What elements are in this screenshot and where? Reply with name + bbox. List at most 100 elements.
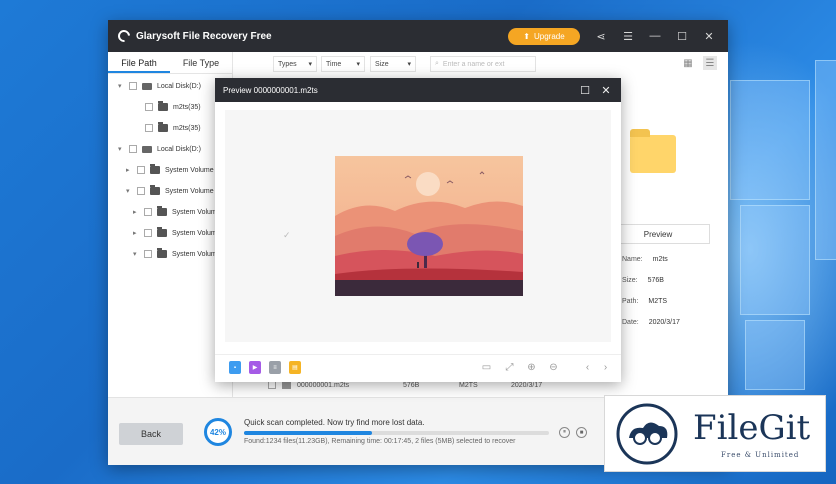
search-placeholder: Enter a name or ext xyxy=(442,60,505,68)
tree-item-m2ts[interactable]: m2ts(35) xyxy=(145,121,201,135)
check-icon: ✓ xyxy=(283,230,291,240)
progress-bar xyxy=(244,431,549,435)
upgrade-button[interactable]: ⬆ Upgrade xyxy=(508,28,580,45)
row-date: 2020/3/17 xyxy=(511,381,543,389)
tree-item-label: System Volum xyxy=(172,250,217,258)
filegit-watermark: FileGit Free & Unlimited xyxy=(604,395,826,472)
pause-icon[interactable]: ⏸ xyxy=(559,427,570,438)
zoom-in-icon[interactable]: ⊕ xyxy=(525,361,538,374)
tab-file-type[interactable]: File Type xyxy=(170,52,232,73)
tree-checkbox[interactable] xyxy=(144,229,152,237)
chevron-down-icon: ▾ xyxy=(407,61,411,68)
tree-item-label: System Volume xyxy=(165,166,214,174)
tree-item-label: System Volum xyxy=(172,208,217,216)
tree-checkbox[interactable] xyxy=(129,145,137,153)
chevron-down-icon[interactable]: ▾ xyxy=(126,187,132,195)
doc-file-icon[interactable]: ≡ xyxy=(269,361,281,374)
video-file-icon[interactable]: ▶ xyxy=(249,361,261,374)
preview-title-bar: Preview 0000000001.m2ts ☐ ✕ xyxy=(215,78,621,102)
row-size: 576B xyxy=(403,381,420,389)
found-summary: Found:1234 files(11.23GB), Remaining tim… xyxy=(244,438,516,445)
close-icon[interactable]: ✕ xyxy=(701,28,717,44)
tree-item-system-volume[interactable]: ▾ System Volum xyxy=(133,247,217,261)
time-filter[interactable]: Time ▾ xyxy=(321,56,365,72)
chevron-down-icon[interactable]: ▾ xyxy=(118,82,124,90)
stop-icon[interactable]: ■ xyxy=(576,427,587,438)
tree-checkbox[interactable] xyxy=(145,103,153,111)
previous-icon[interactable]: ‹ xyxy=(581,361,594,374)
zoom-out-icon[interactable]: ⊖ xyxy=(547,361,560,374)
preview-dialog: Preview 0000000001.m2ts ☐ ✕ ✓ ▪ ▶ ≡ ▤ ▭ … xyxy=(215,78,621,382)
next-icon[interactable]: › xyxy=(599,361,612,374)
tree-checkbox[interactable] xyxy=(137,187,145,195)
row-name: 000000001.m2ts xyxy=(297,381,350,389)
fit-screen-icon[interactable]: ▭ xyxy=(480,361,493,374)
folder-icon xyxy=(157,227,167,237)
chevron-down-icon[interactable]: ▾ xyxy=(118,145,124,153)
preview-button[interactable]: Preview xyxy=(606,224,710,244)
tree-item-system-volume[interactable]: ▾ System Volume xyxy=(126,184,214,198)
filter-label: Types xyxy=(278,60,297,68)
chevron-right-icon[interactable]: ▸ xyxy=(133,208,139,216)
tree-checkbox[interactable] xyxy=(145,124,153,132)
file-icon xyxy=(282,381,291,389)
tree-checkbox[interactable] xyxy=(129,82,137,90)
maximize-icon[interactable]: ☐ xyxy=(578,83,592,97)
folder-preview-icon xyxy=(630,129,676,173)
upgrade-label: Upgrade xyxy=(534,32,565,41)
tree-item-label: System Volume xyxy=(165,187,214,195)
row-type: M2TS xyxy=(459,381,478,389)
share-icon[interactable]: ⋖ xyxy=(593,28,609,44)
tree-item-label: Local Disk(D:) xyxy=(157,145,201,153)
row-checkbox[interactable] xyxy=(268,381,276,389)
minimize-icon[interactable]: — xyxy=(647,28,663,44)
watermark-tagline: Free & Unlimited xyxy=(721,451,800,459)
detail-path: Path: M2TS xyxy=(622,298,668,305)
folder-icon xyxy=(150,185,160,195)
watermark-name: FileGit xyxy=(693,408,811,448)
list-view-icon[interactable]: ☰ xyxy=(703,56,717,70)
disk-icon xyxy=(142,82,152,90)
tree-checkbox[interactable] xyxy=(144,208,152,216)
back-button[interactable]: Back xyxy=(119,423,183,445)
scan-status: Quick scan completed. Now try find more … xyxy=(244,418,425,427)
image-file-icon[interactable]: ▪ xyxy=(229,361,241,374)
tree-item-m2ts[interactable]: m2ts(35) xyxy=(145,100,201,114)
detail-size: Size: 576B xyxy=(622,277,664,284)
tab-file-path[interactable]: File Path xyxy=(108,52,170,73)
detail-date: Date: 2020/3/17 xyxy=(622,319,680,326)
tree-item-label: Local Disk(D:) xyxy=(157,82,201,90)
search-input[interactable]: ⌕ Enter a name or ext xyxy=(430,56,536,72)
detail-name: Name: m2ts xyxy=(622,256,668,263)
chevron-right-icon[interactable]: ▸ xyxy=(133,229,139,237)
menu-icon[interactable]: ☰ xyxy=(620,28,636,44)
app-title: Glarysoft File Recovery Free xyxy=(136,30,272,42)
chevron-down-icon[interactable]: ▾ xyxy=(133,250,139,258)
folder-icon xyxy=(157,248,167,258)
zip-file-icon[interactable]: ▤ xyxy=(289,361,301,374)
size-filter[interactable]: Size ▾ xyxy=(370,56,416,72)
app-logo-icon xyxy=(115,27,133,45)
fullscreen-icon[interactable]: ⤢ xyxy=(503,361,516,374)
folder-icon xyxy=(158,101,168,111)
maximize-icon[interactable]: ☐ xyxy=(674,28,690,44)
search-icon: ⌕ xyxy=(435,60,439,67)
title-bar: Glarysoft File Recovery Free ⬆ Upgrade ⋖… xyxy=(108,20,728,52)
chevron-right-icon[interactable]: ▸ xyxy=(126,166,132,174)
tree-item-system-volume[interactable]: ▸ System Volum xyxy=(133,226,217,240)
chevron-down-icon: ▾ xyxy=(356,61,360,68)
progress-fill xyxy=(244,431,373,435)
types-filter[interactable]: Types ▾ xyxy=(273,56,317,72)
grid-view-icon[interactable]: ▦ xyxy=(681,56,695,70)
filter-label: Size xyxy=(375,60,389,68)
tree-item-local-disk[interactable]: ▾ Local Disk(D:) xyxy=(118,79,201,93)
tree-item-system-volume[interactable]: ▸ System Volume xyxy=(126,163,214,177)
close-icon[interactable]: ✕ xyxy=(599,83,613,97)
tree-checkbox[interactable] xyxy=(144,250,152,258)
upgrade-icon: ⬆ xyxy=(523,32,530,41)
tree-item-local-disk[interactable]: ▾ Local Disk(D:) xyxy=(118,142,201,156)
tree-item-system-volume[interactable]: ▸ System Volum xyxy=(133,205,217,219)
filegit-logo-icon xyxy=(616,403,678,465)
preview-title: Preview 0000000001.m2ts xyxy=(223,85,318,95)
tree-checkbox[interactable] xyxy=(137,166,145,174)
